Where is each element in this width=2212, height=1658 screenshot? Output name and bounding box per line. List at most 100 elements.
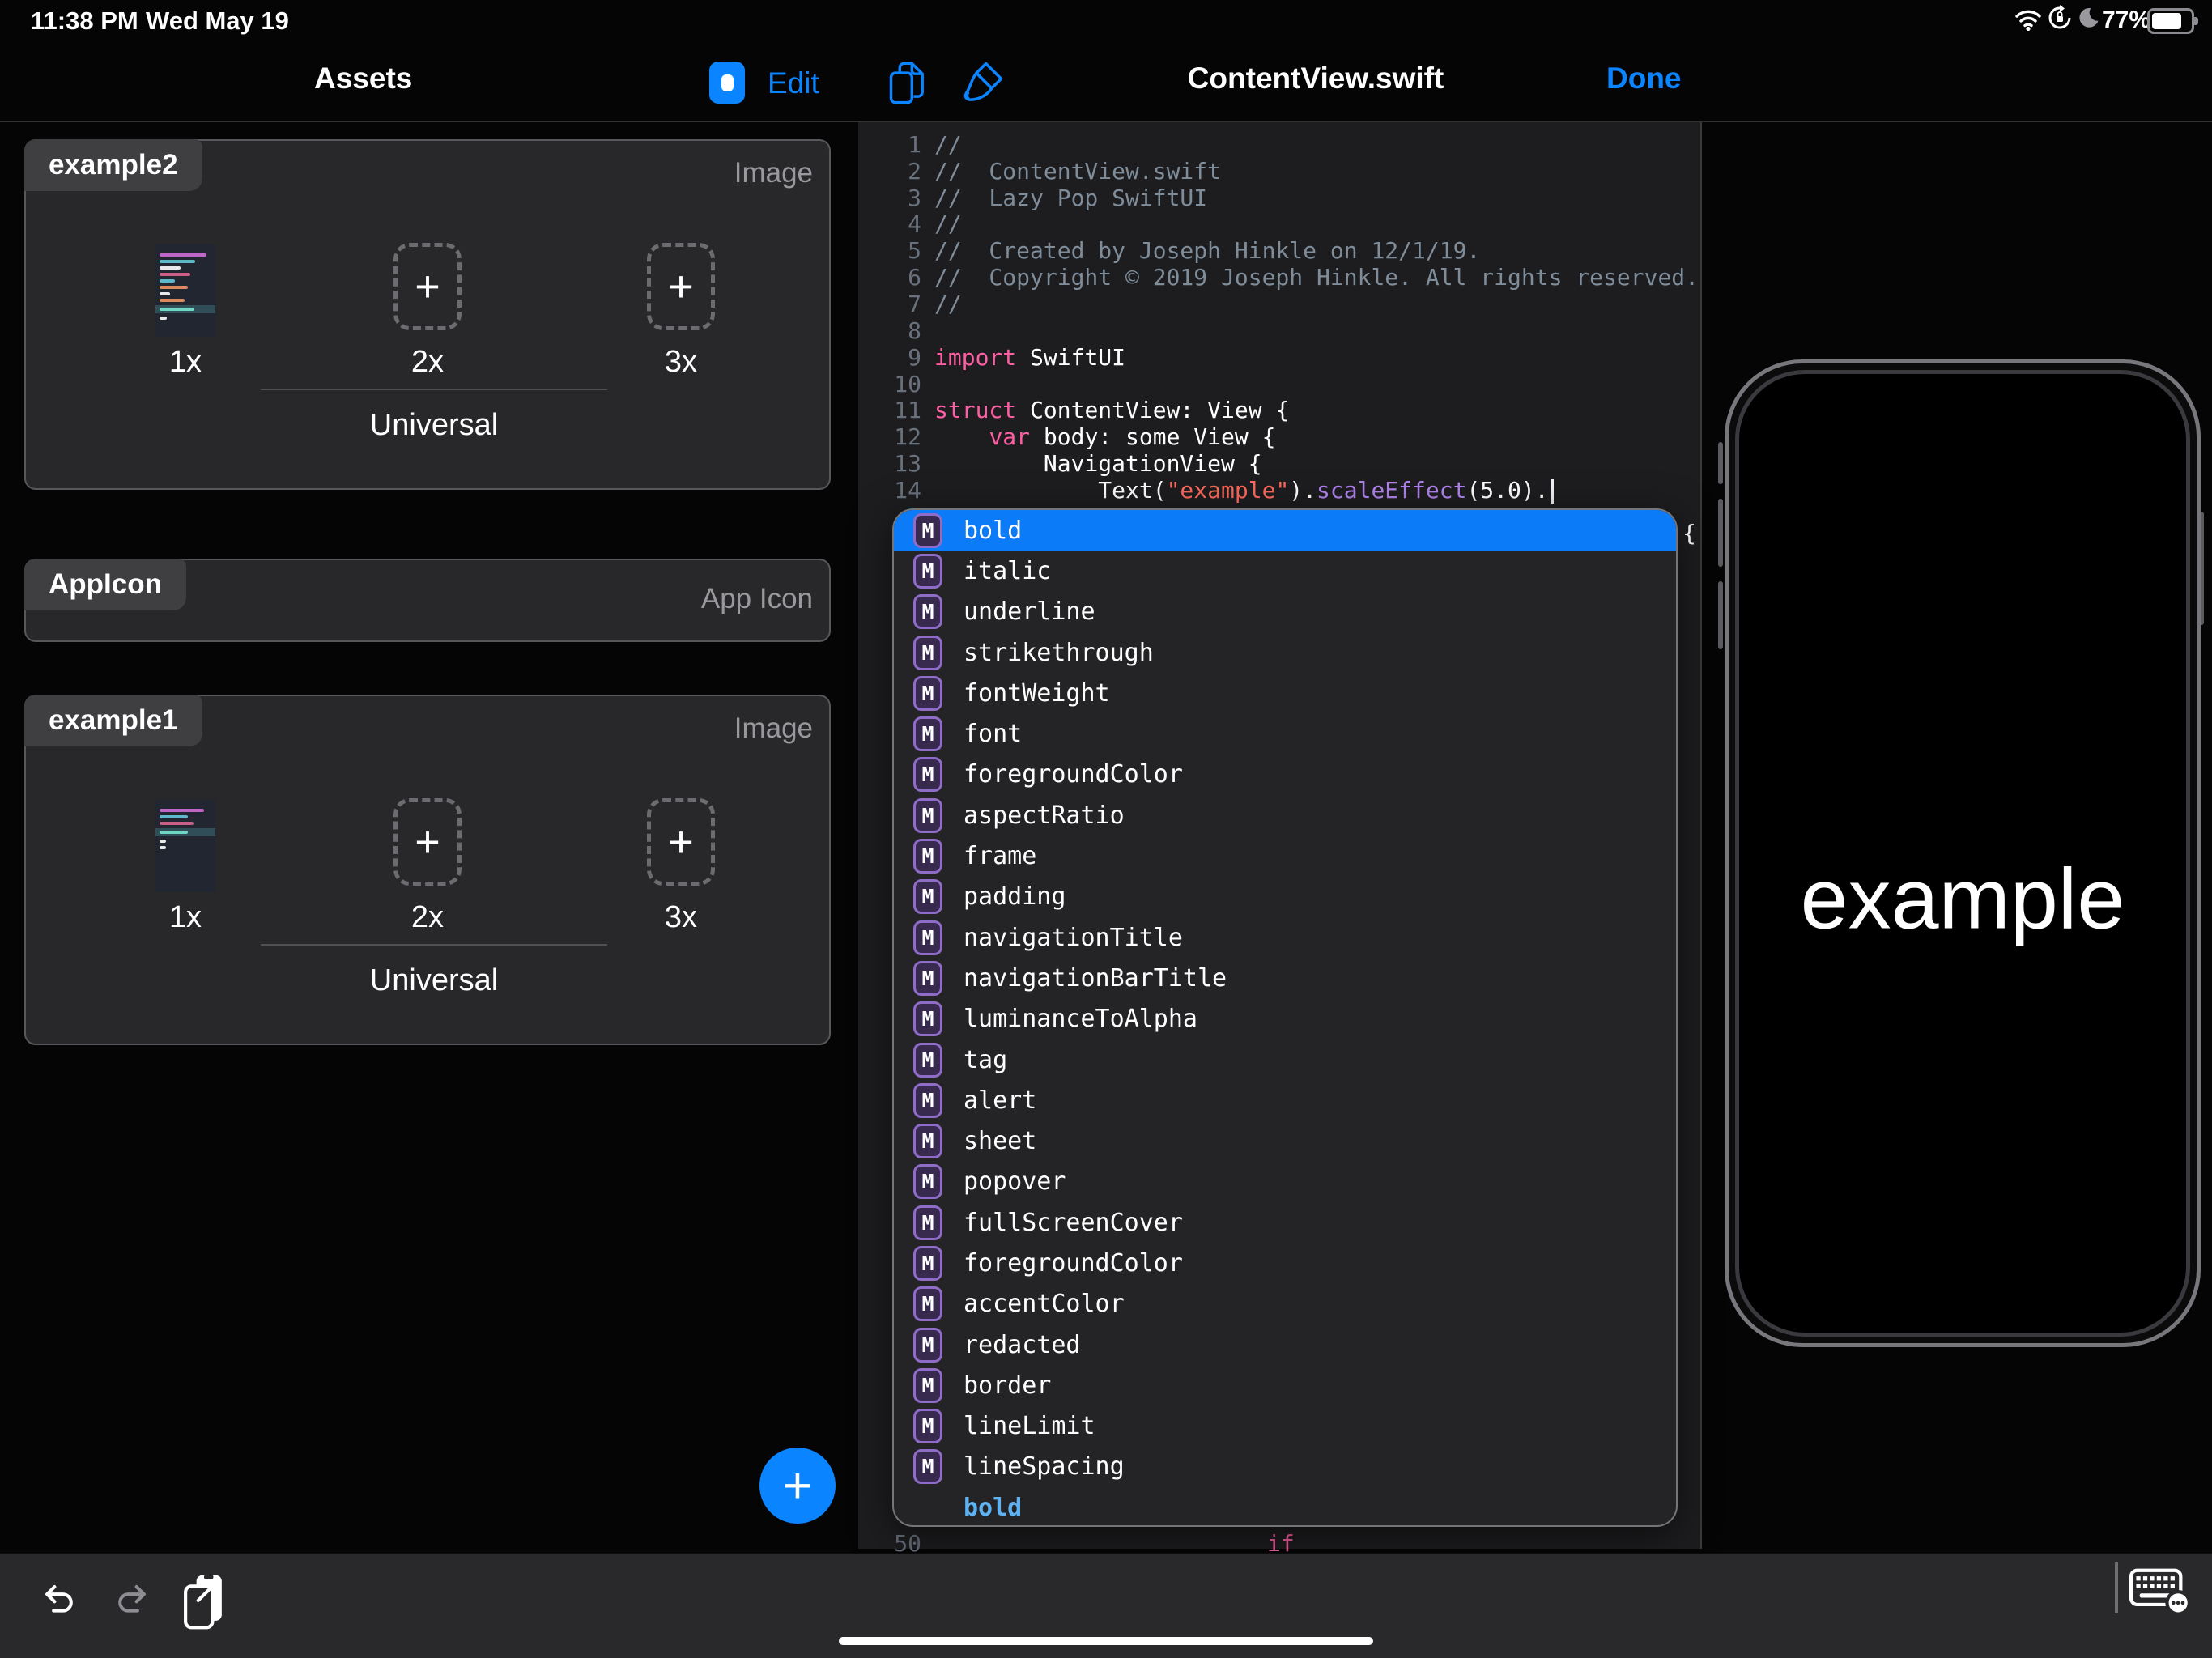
- asset-slot-1x-thumbnail[interactable]: [155, 244, 215, 337]
- add-asset-button[interactable]: +: [759, 1448, 836, 1524]
- code-line: 14 Text("example").scaleEffect(5.0).: [858, 477, 1700, 504]
- home-indicator[interactable]: [839, 1637, 1373, 1645]
- modifier-m-icon: M: [913, 798, 942, 833]
- autocomplete-item[interactable]: MfullScreenCover: [894, 1202, 1676, 1243]
- code-text: import SwiftUI: [934, 344, 1125, 371]
- autocomplete-item[interactable]: Mitalic: [894, 551, 1676, 591]
- preview-text: example: [1754, 851, 2172, 949]
- code-line: 9import SwiftUI: [858, 344, 1700, 371]
- autocomplete-item[interactable]: MlineSpacing: [894, 1447, 1676, 1487]
- line-number: 14: [858, 477, 934, 504]
- autocomplete-item[interactable]: MfontWeight: [894, 673, 1676, 713]
- autocomplete-item[interactable]: Mredacted: [894, 1324, 1676, 1365]
- idiom-label: Universal: [261, 963, 607, 998]
- battery-percent: 77%: [2102, 6, 2150, 34]
- code-lines: 1//2// ContentView.swift3// Lazy Pop Swi…: [858, 131, 1700, 504]
- card-divider: [261, 389, 607, 390]
- modifier-m-icon: M: [913, 1449, 942, 1484]
- plus-icon: +: [668, 265, 694, 308]
- line-number: 8: [858, 317, 934, 344]
- autocomplete-item[interactable]: Mstrikethrough: [894, 632, 1676, 673]
- line-number: 7: [858, 291, 934, 317]
- autocomplete-item[interactable]: Malert: [894, 1080, 1676, 1120]
- rotation-lock-icon: [2047, 5, 2073, 31]
- autocomplete-item[interactable]: Msheet: [894, 1120, 1676, 1161]
- autocomplete-item[interactable]: Mborder: [894, 1365, 1676, 1405]
- asset-card-example2[interactable]: example2 Image + + 1x 2x 3x Universal: [24, 139, 831, 490]
- status-time: 11:38 PM: [31, 6, 138, 36]
- autocomplete-item-label: tag: [963, 1046, 1007, 1074]
- code-line: 11struct ContentView: View {: [858, 397, 1700, 423]
- line-number: 6: [858, 264, 934, 291]
- autocomplete-item[interactable]: Mframe: [894, 835, 1676, 876]
- phone-volume-down-button: [1718, 581, 1723, 649]
- autocomplete-list: MboldMitalicMunderlineMstrikethroughMfon…: [894, 510, 1676, 1487]
- asset-slot-2x[interactable]: +: [393, 798, 462, 886]
- edit-button[interactable]: Edit: [768, 66, 819, 100]
- phone-screen: example: [1754, 389, 2172, 1318]
- autocomplete-item-label: fullScreenCover: [963, 1209, 1183, 1237]
- done-button[interactable]: Done: [1606, 62, 1682, 96]
- code-text: Text("example").scaleEffect(5.0).: [934, 477, 1554, 504]
- autocomplete-item[interactable]: Mbold: [894, 510, 1676, 551]
- autocomplete-item[interactable]: MaspectRatio: [894, 795, 1676, 835]
- asset-card-example1[interactable]: example1 Image + + 1x 2x 3x Universal: [24, 695, 831, 1045]
- keyboard-shortcuts-icon[interactable]: [2129, 1567, 2191, 1613]
- autocomplete-item-label: navigationBarTitle: [963, 964, 1227, 993]
- modifier-m-icon: M: [913, 961, 942, 996]
- line-number: 9: [858, 344, 934, 371]
- code-line: 6// Copyright © 2019 Joseph Hinkle. All …: [858, 264, 1700, 291]
- asset-slot-3x[interactable]: +: [647, 243, 715, 330]
- plus-icon: +: [783, 1457, 812, 1515]
- code-text: //: [934, 131, 962, 158]
- autocomplete-item-label: luminanceToAlpha: [963, 1005, 1197, 1033]
- phone-volume-up-button: [1718, 499, 1723, 567]
- autocomplete-item[interactable]: MlineLimit: [894, 1406, 1676, 1447]
- code-text: // Copyright © 2019 Joseph Hinkle. All r…: [934, 264, 1699, 291]
- modifier-m-icon: M: [913, 757, 942, 792]
- toolbar-divider: [2115, 1562, 2118, 1613]
- code-text: struct ContentView: View {: [934, 397, 1289, 423]
- autocomplete-item-label: foregroundColor: [963, 1249, 1183, 1278]
- paintbrush-icon[interactable]: [960, 60, 1004, 105]
- slot-label-3x: 3x: [647, 345, 715, 380]
- wifi-icon: [2014, 8, 2042, 31]
- asset-slot-1x-thumbnail[interactable]: [155, 800, 215, 892]
- assets-tab-icon[interactable]: [709, 62, 745, 104]
- autocomplete-item[interactable]: MnavigationBarTitle: [894, 958, 1676, 998]
- autocomplete-item[interactable]: MnavigationTitle: [894, 917, 1676, 958]
- autocomplete-item[interactable]: Mpopover: [894, 1162, 1676, 1202]
- line-number: 13: [858, 450, 934, 477]
- redo-icon[interactable]: [112, 1579, 152, 1620]
- code-line: 12 var body: some View {: [858, 423, 1700, 450]
- copy-icon[interactable]: [887, 60, 929, 107]
- paste-icon[interactable]: [183, 1573, 225, 1630]
- autocomplete-popup: MboldMitalicMunderlineMstrikethroughMfon…: [892, 508, 1678, 1527]
- code-line: 4//: [858, 211, 1700, 238]
- autocomplete-item[interactable]: MluminanceToAlpha: [894, 999, 1676, 1039]
- code-line: 7//: [858, 291, 1700, 317]
- modifier-m-icon: M: [913, 1043, 942, 1078]
- autocomplete-item[interactable]: Mpadding: [894, 877, 1676, 917]
- modifier-m-icon: M: [913, 513, 942, 548]
- slot-label-1x: 1x: [151, 900, 219, 935]
- code-text: NavigationView {: [934, 450, 1262, 477]
- modifier-m-icon: M: [913, 1083, 942, 1118]
- autocomplete-item[interactable]: Mfont: [894, 713, 1676, 754]
- line-number: 4: [858, 210, 934, 237]
- asset-slot-3x[interactable]: +: [647, 798, 715, 886]
- autocomplete-item[interactable]: MforegroundColor: [894, 755, 1676, 795]
- open-file-title: ContentView.swift: [1158, 62, 1474, 96]
- autocomplete-item-label: fontWeight: [963, 679, 1110, 708]
- asset-slot-2x[interactable]: +: [393, 243, 462, 330]
- undo-icon[interactable]: [39, 1579, 79, 1620]
- asset-card-appicon[interactable]: AppIcon App Icon: [24, 559, 831, 642]
- modifier-m-icon: M: [913, 1246, 942, 1281]
- modifier-m-icon: M: [913, 879, 942, 914]
- autocomplete-item[interactable]: Mtag: [894, 1039, 1676, 1080]
- autocomplete-item[interactable]: Munderline: [894, 592, 1676, 632]
- autocomplete-item[interactable]: MforegroundColor: [894, 1243, 1676, 1283]
- ipad-screen: 11:38 PM Wed May 19 77% Assets Edit Cont…: [0, 0, 2212, 1658]
- autocomplete-item[interactable]: MaccentColor: [894, 1284, 1676, 1324]
- code-text: //: [934, 210, 962, 237]
